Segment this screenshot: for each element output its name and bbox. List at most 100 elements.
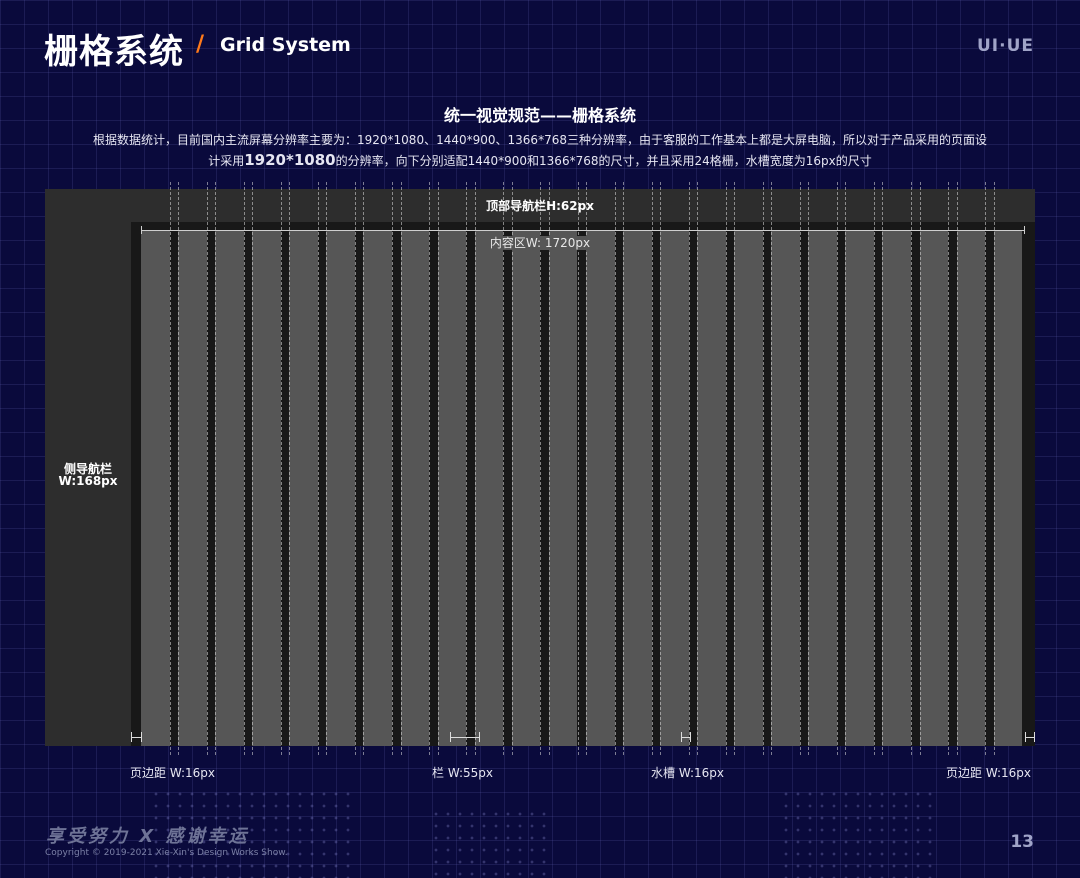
- grid-column: [808, 230, 837, 746]
- gutter-guide-line: [688, 182, 690, 755]
- grid-column: [437, 230, 467, 746]
- gutter-guide-line: [548, 182, 550, 755]
- gutter-guide-line: [429, 182, 431, 755]
- content-area-label: 内容区W: 1720px: [0, 234, 1080, 251]
- grid-column: [882, 230, 912, 746]
- grid-column: [734, 230, 763, 746]
- gutter-guide-line: [243, 182, 245, 755]
- gutter-guide-line: [993, 182, 995, 755]
- gutter-guide-line: [882, 182, 884, 755]
- gutter-guide-line: [178, 182, 180, 755]
- gutter-guide-line: [837, 182, 838, 755]
- grid-column: [511, 230, 541, 746]
- gutter-guide-line: [466, 182, 468, 755]
- grid-column: [178, 230, 207, 746]
- gutter-measure: [681, 737, 690, 738]
- top-navbar-label: 顶部导航栏H:62px: [486, 199, 594, 213]
- margin-left-measure: [131, 737, 141, 738]
- description-line-2: 计采用1920*1080的分辨率，向下分别适配1440*900和1366*768…: [0, 151, 1080, 169]
- decorative-dots-middle: [430, 808, 550, 878]
- gutter-width-label: 水槽 W:16px: [651, 766, 725, 780]
- gutter-guide-line: [503, 182, 505, 755]
- side-navbar-width-label: W:168px: [58, 474, 118, 488]
- gutter-guide-line: [511, 182, 513, 755]
- page-title: 栅格系统: [44, 32, 184, 72]
- gutter-guide-line: [845, 182, 847, 755]
- grid-column: [474, 230, 504, 746]
- footer-slogan: 享受努力 X 感谢幸运: [46, 826, 250, 847]
- content-width-line: [141, 230, 1025, 231]
- margin-left-label: 页边距 W:16px: [130, 766, 216, 780]
- description-prefix: 计采用: [208, 154, 245, 168]
- gutter-guide-line: [577, 182, 579, 755]
- grid-column: [771, 230, 800, 746]
- content-width-tick-left: [141, 226, 142, 234]
- content-area-label-text: 内容区W: 1720px: [487, 236, 593, 250]
- margin-right-label: 页边距 W:16px: [946, 766, 1032, 780]
- gutter-guide-line: [985, 182, 987, 755]
- gutter-guide-line: [392, 182, 394, 755]
- gutter-guide-line: [474, 182, 476, 755]
- gutter-guide-line: [614, 182, 616, 755]
- grid-column: [956, 230, 986, 746]
- gutter-guide-line: [326, 182, 328, 755]
- gutter-guide-line: [318, 182, 319, 755]
- gutter-guide-line: [289, 182, 291, 755]
- margin-right-measure-end: [1034, 732, 1035, 742]
- gutter-guide-line: [762, 182, 764, 755]
- grid-column: [697, 230, 726, 746]
- column-measure: [450, 737, 479, 738]
- section-heading: 统一视觉规范——栅格系统: [443, 106, 636, 125]
- page-subtitle: Grid System: [220, 34, 351, 56]
- gutter-guide-line: [622, 182, 624, 755]
- grid-column: [622, 230, 652, 746]
- brand-mark: UI·UE: [976, 36, 1034, 56]
- gutter-guide-line: [808, 182, 810, 755]
- gutter-guide-line: [651, 182, 653, 755]
- grid-column: [993, 230, 1023, 746]
- grid-column: [400, 230, 430, 746]
- gutter-guide-line: [540, 182, 542, 755]
- description-resolution: 1920*1080: [244, 151, 336, 169]
- gutter-guide-line: [771, 182, 773, 755]
- grid-column: [845, 230, 874, 746]
- gutter-guide-line: [948, 182, 950, 755]
- decorative-dots-right: [780, 788, 940, 878]
- gutter-guide-line: [400, 182, 402, 755]
- margin-left-measure-end: [141, 732, 142, 742]
- gutter-guide-line: [437, 182, 439, 755]
- gutter-guide-line: [585, 182, 587, 755]
- gutter-guide-line: [280, 182, 282, 755]
- grid-column: [660, 230, 689, 746]
- gutter-guide-line: [725, 182, 727, 755]
- page-number: 13: [1010, 832, 1034, 852]
- grid-column: [585, 230, 615, 746]
- content-width-tick-right: [1024, 226, 1025, 234]
- grid-column: [141, 230, 170, 746]
- gutter-guide-line: [697, 182, 699, 755]
- description-line-1: 根据数据统计，目前国内主流屏幕分辨率主要为：1920*1080、1440*900…: [93, 133, 987, 147]
- gutter-guide-line: [206, 182, 208, 755]
- margin-right-measure: [1025, 737, 1034, 738]
- grid-column: [252, 230, 281, 746]
- gutter-guide-line: [911, 182, 913, 755]
- gutter-guide-line: [734, 182, 736, 755]
- gutter-guide-line: [169, 182, 171, 755]
- grid-column: [326, 230, 356, 746]
- gutter-guide-line: [252, 182, 254, 755]
- gutter-guide-line: [874, 182, 876, 755]
- column-width-label: 栏 W:55px: [432, 766, 494, 780]
- grid-column: [289, 230, 318, 746]
- gutter-guide-line: [956, 182, 958, 755]
- gutter-guide-line: [919, 182, 921, 755]
- description-suffix: 的分辨率，向下分别适配1440*900和1366*768的尺寸，并且采用24格栅…: [335, 154, 872, 168]
- grid-column: [548, 230, 578, 746]
- grid-column: [919, 230, 949, 746]
- grid-column: [215, 230, 244, 746]
- gutter-guide-line: [355, 182, 357, 755]
- gutter-measure-end: [690, 732, 691, 742]
- gutter-guide-line: [215, 182, 217, 755]
- gutter-guide-line: [363, 182, 365, 755]
- grid-column: [363, 230, 393, 746]
- title-separator: /: [196, 32, 205, 57]
